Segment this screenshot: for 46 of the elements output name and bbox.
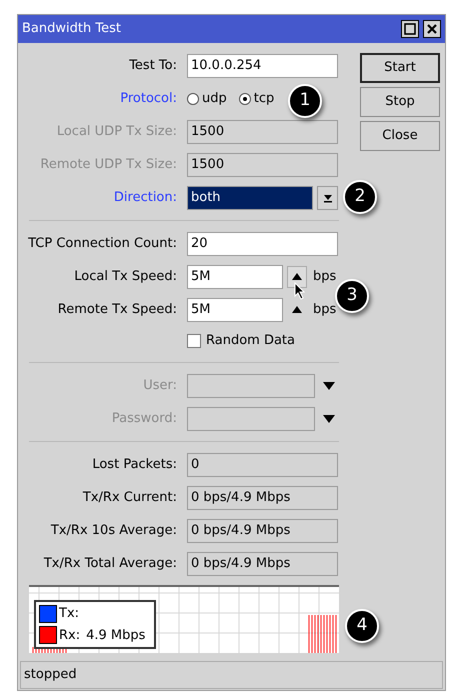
field-label: Protocol: (119, 90, 177, 108)
readout-field: 0 bps/4.9 Mbps (187, 518, 338, 542)
field-label: User: (142, 376, 177, 395)
dialog-button[interactable]: Stop (360, 87, 440, 117)
dialog-button[interactable]: Close (360, 121, 440, 151)
input-field[interactable]: 5M (187, 264, 283, 288)
field-label: Tx/Rx Current: (82, 488, 177, 507)
spin-up-button[interactable] (287, 266, 307, 288)
field-label: Remote UDP Tx Size: (39, 156, 177, 174)
field-label: TCP Connection Count: (27, 234, 177, 253)
legend-label: Rx: (59, 626, 80, 644)
readout-field: 0 (187, 452, 338, 476)
up-arrow-icon (292, 273, 302, 280)
readout-field: 0 bps/4.9 Mbps (187, 552, 338, 576)
window-title: Bandwidth Test (22, 20, 121, 38)
dropdown-arrow-icon (322, 192, 332, 202)
radio-button[interactable]: tcp (238, 88, 274, 108)
up-arrow-icon (292, 306, 302, 313)
input-field[interactable]: 5M (187, 298, 283, 322)
close-icon (426, 23, 438, 35)
radio-button[interactable]: udp (187, 88, 227, 108)
legend-label: Tx: (59, 605, 80, 623)
dropdown-button[interactable] (317, 186, 338, 210)
maximize-icon (404, 23, 416, 35)
mouse-pointer-icon (294, 282, 306, 300)
field-label: Password: (110, 410, 177, 428)
field-label: Local Tx Speed: (73, 268, 177, 286)
field-label: Remote Tx Speed: (56, 300, 177, 319)
close-button[interactable] (423, 20, 441, 38)
legend-value: 4.9 Mbps (86, 626, 146, 644)
maximize-button[interactable] (401, 20, 419, 38)
input-field[interactable]: 20 (187, 232, 338, 256)
dialog-button[interactable]: Start (360, 53, 440, 83)
unit-label: bps (313, 300, 336, 319)
unit-label: bps (313, 268, 336, 286)
field-label: Lost Packets: (91, 456, 177, 474)
dropdown-field[interactable]: both (187, 186, 313, 210)
field-label: Test To: (128, 56, 177, 75)
readout-field: 0 bps/4.9 Mbps (187, 486, 338, 510)
field-label: Local UDP Tx Size: (56, 122, 177, 141)
checkbox[interactable]: Random Data (187, 331, 295, 351)
field-label: Direction: (112, 188, 177, 207)
field-label: Tx/Rx Total Average: (42, 554, 177, 573)
status-bar: stopped (20, 661, 443, 689)
input-field[interactable]: 10.0.0.254 (187, 54, 338, 78)
field-label: Tx/Rx 10s Average: (50, 522, 177, 540)
